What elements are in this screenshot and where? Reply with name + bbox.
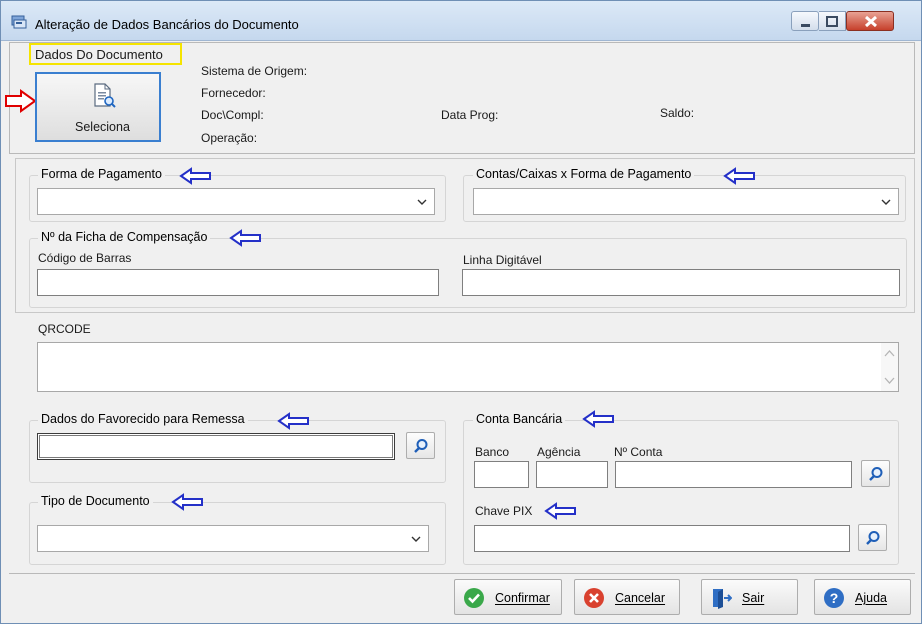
- cancelar-label: Cancelar: [615, 591, 666, 605]
- codigo-barras-input[interactable]: [37, 269, 439, 296]
- app-icon: [11, 15, 27, 29]
- conta-input[interactable]: [615, 461, 852, 488]
- close-button[interactable]: [846, 11, 894, 31]
- window-title: Alteração de Dados Bancários do Document…: [35, 17, 299, 32]
- document-search-icon: [94, 83, 116, 108]
- chevron-down-icon: [881, 199, 891, 205]
- linha-digitavel-input[interactable]: [462, 269, 900, 296]
- search-icon: [869, 467, 883, 481]
- conta-bancaria-title: Conta Bancária: [473, 412, 566, 426]
- maximize-button[interactable]: [819, 11, 846, 31]
- arrow-right-annotation-icon: [5, 89, 37, 113]
- favorecido-title: Dados do Favorecido para Remessa: [38, 412, 248, 426]
- arrow-left-annotation-icon: [723, 167, 755, 185]
- qrcode-label: QRCODE: [38, 322, 91, 336]
- confirmar-label: Confirmar: [495, 591, 550, 605]
- banco-input[interactable]: [474, 461, 529, 488]
- arrow-left-annotation-icon: [171, 493, 203, 511]
- forma-pagamento-title: Forma de Pagamento: [38, 167, 165, 181]
- exit-icon: [713, 589, 732, 609]
- select-document-button[interactable]: Seleciona: [35, 72, 161, 142]
- title-bar[interactable]: Alteração de Dados Bancários do Document…: [1, 1, 921, 41]
- arrow-left-annotation-icon: [582, 410, 614, 428]
- arrow-left-annotation-icon: [179, 167, 211, 185]
- sair-label: Sair: [742, 591, 765, 605]
- chave-pix-input[interactable]: [474, 525, 850, 552]
- cancel-icon: [584, 588, 604, 608]
- search-icon: [414, 439, 428, 453]
- data-prog-label: Data Prog:: [441, 108, 499, 122]
- chave-pix-label: Chave PIX: [475, 504, 533, 518]
- favorecido-search-button[interactable]: [406, 432, 435, 459]
- scroll-up-icon[interactable]: [884, 349, 895, 357]
- tipo-documento-select[interactable]: [37, 525, 429, 552]
- contas-caixas-select[interactable]: [473, 188, 899, 215]
- document-group-label: Dados Do Documento: [35, 47, 163, 62]
- sistema-origem-label: Sistema de Origem:: [201, 64, 308, 78]
- tipo-documento-title: Tipo de Documento: [38, 494, 153, 508]
- scroll-down-icon[interactable]: [884, 377, 895, 385]
- qrcode-textarea[interactable]: [37, 342, 899, 392]
- qrcode-scrollbar[interactable]: [881, 343, 898, 391]
- contas-caixas-title: Contas/Caixas x Forma de Pagamento: [473, 167, 695, 181]
- ajuda-button[interactable]: ? Ajuda: [814, 579, 911, 615]
- footer-bar: [9, 573, 915, 574]
- select-button-label: Seleciona: [75, 120, 130, 134]
- confirmar-button[interactable]: Confirmar: [454, 579, 562, 615]
- operacao-label: Operação:: [201, 131, 258, 145]
- forma-pagamento-select[interactable]: [37, 188, 435, 215]
- linha-digitavel-label: Linha Digitável: [463, 253, 542, 267]
- arrow-left-annotation-icon: [544, 502, 576, 520]
- svg-text:?: ?: [830, 590, 839, 606]
- chave-pix-search-button[interactable]: [858, 524, 887, 551]
- conta-search-button[interactable]: [861, 460, 890, 487]
- favorecido-input[interactable]: [37, 433, 395, 460]
- check-icon: [464, 588, 484, 608]
- minimize-button[interactable]: [791, 11, 819, 31]
- search-icon: [866, 531, 880, 545]
- codigo-barras-label: Código de Barras: [38, 251, 132, 265]
- chevron-down-icon: [417, 199, 427, 205]
- fornecedor-label: Fornecedor:: [201, 86, 266, 100]
- cancelar-button[interactable]: Cancelar: [574, 579, 680, 615]
- sair-button[interactable]: Sair: [701, 579, 798, 615]
- dialog-window: Alteração de Dados Bancários do Document…: [0, 0, 922, 624]
- arrow-left-annotation-icon: [229, 229, 261, 247]
- banco-label: Banco: [475, 445, 510, 459]
- saldo-label: Saldo:: [660, 106, 695, 120]
- ficha-compensacao-title: Nº da Ficha de Compensação: [38, 230, 211, 244]
- agencia-label: Agência: [537, 445, 581, 459]
- agencia-input[interactable]: [536, 461, 608, 488]
- arrow-left-annotation-icon: [277, 412, 309, 430]
- doc-compl-label: Doc\Compl:: [201, 108, 264, 122]
- conta-label: Nº Conta: [614, 445, 663, 459]
- chevron-down-icon: [411, 536, 421, 542]
- help-icon: ?: [824, 588, 844, 608]
- ajuda-label: Ajuda: [855, 591, 887, 605]
